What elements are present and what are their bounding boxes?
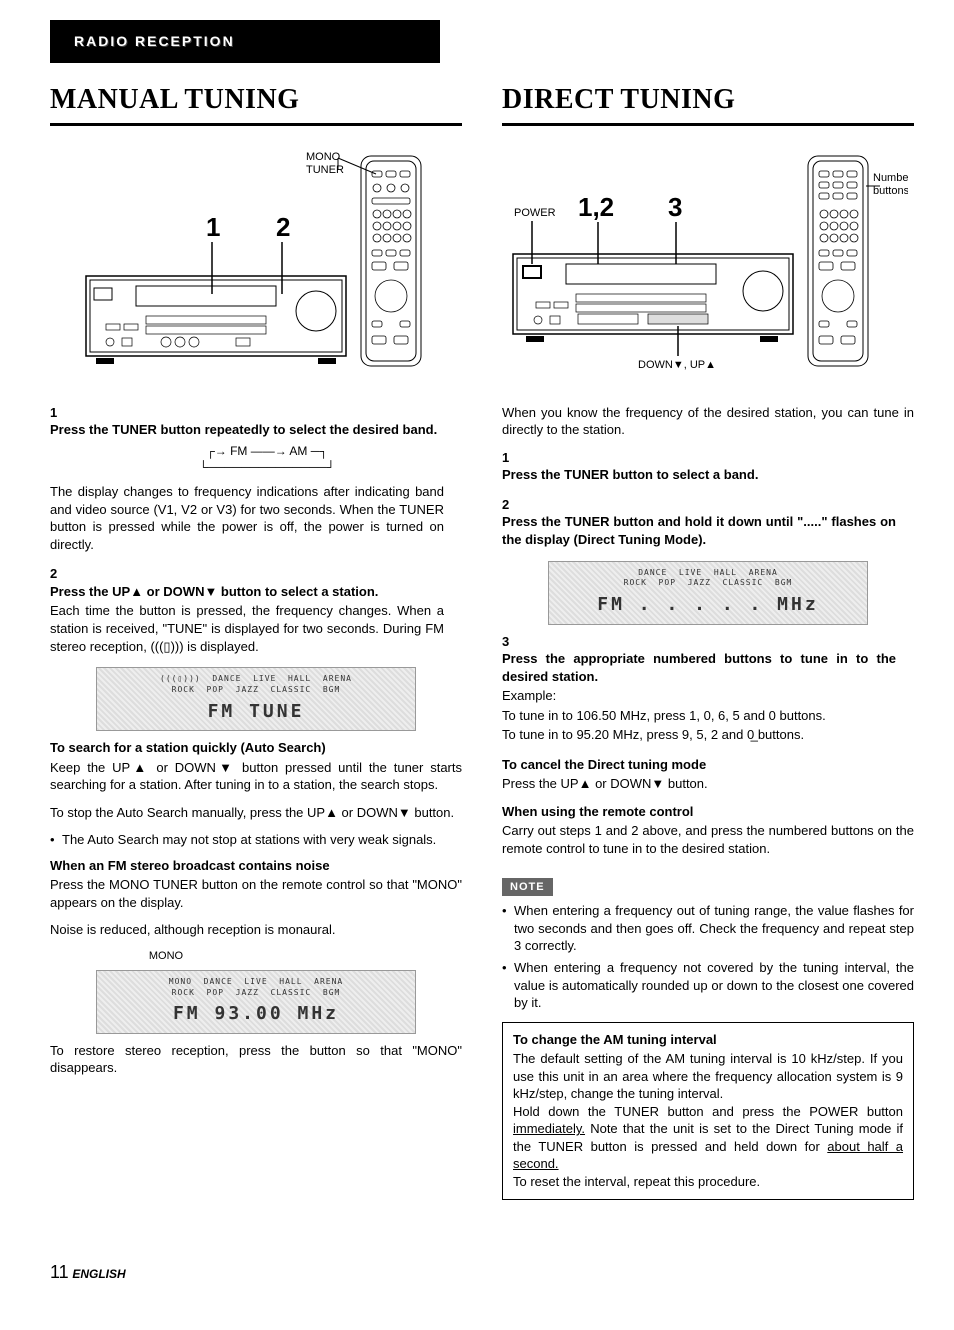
cancel-h: To cancel the Direct tuning mode xyxy=(502,756,914,774)
box-p3: To reset the interval, repeat this proce… xyxy=(513,1174,760,1189)
auto-search-h: To search for a station quickly (Auto Se… xyxy=(50,739,462,757)
noise-p2: Noise is reduced, although reception is … xyxy=(50,921,462,939)
box-p2u1: immediately. xyxy=(513,1121,585,1136)
remote-t: Carry out steps 1 and 2 above, and press… xyxy=(502,822,914,857)
svg-text:3: 3 xyxy=(668,192,682,222)
svg-text:MONO: MONO xyxy=(306,151,341,163)
display-direct: DANCE LIVE HALL ARENA ROCK POP JAZZ CLAS… xyxy=(548,561,868,625)
box-h: To change the AM tuning interval xyxy=(513,1031,903,1049)
svg-text:1,2: 1,2 xyxy=(578,192,614,222)
fm-am-cycle: ┌→ FM ——→ AM ─┐└──────────────┘ xyxy=(90,443,444,475)
r-step3-l1: To tune in to 106.50 MHz, press 1, 0, 6,… xyxy=(502,707,896,725)
svg-text:DOWN▼, UP▲: DOWN▼, UP▲ xyxy=(638,359,716,371)
display-mono: MONO DANCE LIVE HALL ARENA ROCK POP JAZZ… xyxy=(96,970,416,1034)
noise-p1: Press the MONO TUNER button on the remot… xyxy=(50,876,462,911)
cancel-t: Press the UP▲ or DOWN▼ button. xyxy=(502,775,914,793)
box-p1: The default setting of the AM tuning int… xyxy=(513,1051,903,1101)
auto-search-b1: The Auto Search may not stop at stations… xyxy=(62,831,462,849)
step1-text: The display changes to frequency indicat… xyxy=(50,483,444,553)
footer-lang: ENGLISH xyxy=(72,1267,125,1281)
fig-direct: Numbered buttons POWER 1 xyxy=(502,146,914,376)
r-step1-title: Press the TUNER button to select a band. xyxy=(502,467,758,482)
section-header: RADIO RECEPTION xyxy=(50,20,440,63)
fig-manual: MONO TUNER 1 xyxy=(50,146,462,376)
r-step1-num: 1 xyxy=(502,449,518,467)
box-p2a: Hold down the TUNER button and press the… xyxy=(513,1104,903,1119)
remote-h: When using the remote control xyxy=(502,803,914,821)
display-tune: (((▯))) DANCE LIVE HALL ARENA ROCK POP J… xyxy=(96,667,416,731)
r-step2-num: 2 xyxy=(502,496,518,514)
col-manual: MANUAL TUNING xyxy=(50,81,462,1200)
am-interval-box: To change the AM tuning interval The def… xyxy=(502,1022,914,1200)
r-step2-title: Press the TUNER button and hold it down … xyxy=(502,514,896,547)
step1-title: Press the TUNER button repeatedly to sel… xyxy=(50,422,437,437)
svg-text:Numbered: Numbered xyxy=(873,172,908,184)
step2-title: Press the UP▲ or DOWN▼ button to select … xyxy=(50,584,378,599)
direct-intro: When you know the frequency of the desir… xyxy=(502,404,914,439)
col-direct: DIRECT TUNING xyxy=(502,81,914,1200)
footer: 11 ENGLISH xyxy=(50,1260,914,1284)
svg-text:2: 2 xyxy=(276,212,290,242)
mono-arrow-label: MONO xyxy=(0,949,462,964)
svg-text:1: 1 xyxy=(206,212,220,242)
step1-num: 1 xyxy=(50,404,66,422)
r-step3-num: 3 xyxy=(502,633,518,651)
svg-text:buttons: buttons xyxy=(873,185,908,197)
title-direct: DIRECT TUNING xyxy=(502,81,914,126)
restore-text: To restore stereo reception, press the b… xyxy=(50,1042,462,1077)
r-step3-ex: Example: xyxy=(502,687,896,705)
noise-h: When an FM stereo broadcast contains noi… xyxy=(50,857,462,875)
r-step3-l2: To tune in to 95.20 MHz, press 9, 5, 2 a… xyxy=(502,726,896,744)
step2-num: 2 xyxy=(50,565,66,583)
auto-search-p1: Keep the UP▲ or DOWN▼ button pressed unt… xyxy=(50,759,462,794)
r-step3-title: Press the appropriate numbered buttons t… xyxy=(502,651,896,684)
auto-search-p2: To stop the Auto Search manually, press … xyxy=(50,804,462,822)
note-b2: When entering a frequency not covered by… xyxy=(514,959,914,1012)
title-manual: MANUAL TUNING xyxy=(50,81,462,126)
note-tag: NOTE xyxy=(502,878,553,897)
step2-text: Each time the button is pressed, the fre… xyxy=(50,602,444,655)
page-number: 11 xyxy=(50,1262,69,1282)
note-b1: When entering a frequency out of tuning … xyxy=(514,902,914,955)
svg-text:POWER: POWER xyxy=(514,207,556,219)
